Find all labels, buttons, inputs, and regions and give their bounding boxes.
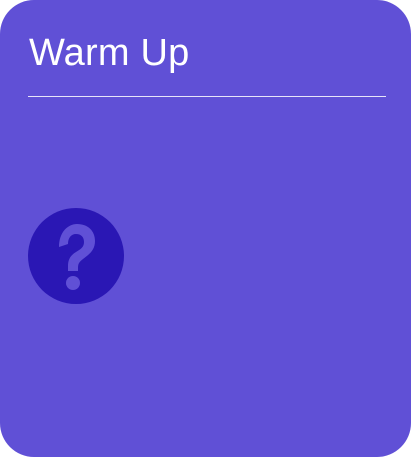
- card-title: Warm Up: [29, 32, 190, 74]
- title-divider: [28, 96, 386, 97]
- warm-up-card[interactable]: Warm Up: [0, 0, 411, 457]
- help-circle-icon[interactable]: [28, 208, 124, 304]
